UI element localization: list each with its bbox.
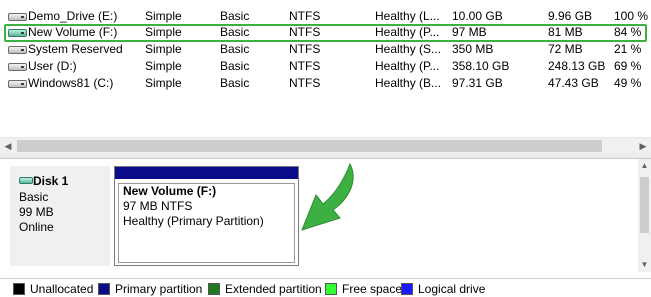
partition-status: Healthy (Primary Partition) [123,214,264,228]
disk-label-panel[interactable]: Disk 1 Basic 99 MB Online [10,166,110,266]
volume-status: Healthy (P... [375,59,440,73]
volume-name: User (D:) [28,59,77,73]
disk-type: Basic [19,190,49,204]
volume-filesystem: NTFS [289,59,321,73]
volume-capacity: 350 MB [452,42,494,56]
volume-percent-free: 100 % [614,9,649,23]
volume-capacity: 10.00 GB [452,9,503,23]
legend-label: Logical drive [418,282,486,296]
volume-status: Healthy (B... [375,76,442,90]
partition-size: 97 MB NTFS [123,199,193,213]
drive-icon [8,13,27,21]
volume-filesystem: NTFS [289,76,321,90]
volume-type: Basic [220,25,250,39]
volume-percent-free: 84 % [614,25,642,39]
legend-swatch [208,283,220,295]
horizontal-scrollbar[interactable]: ◀ ▶ [0,137,651,153]
legend-bar: Unallocated Primary partition Extended p… [0,278,651,297]
volume-name: Windows81 (C:) [28,76,114,90]
partition-details: New Volume (F:) 97 MB NTFS Healthy (Prim… [118,183,295,263]
volume-free-space: 72 MB [548,42,583,56]
drive-icon [8,46,27,54]
volume-free-space: 248.13 GB [548,59,606,73]
disk-name: Disk 1 [33,174,69,188]
volume-filesystem: NTFS [289,42,321,56]
volume-layout: Simple [145,9,182,23]
volume-percent-free: 49 % [614,76,642,90]
legend-label: Free space [342,282,403,296]
volume-percent-free: 69 % [614,59,642,73]
legend-swatch [98,283,110,295]
scrollbar-thumb[interactable] [640,177,649,233]
volume-percent-free: 21 % [614,42,642,56]
drive-icon [8,63,27,71]
volume-row[interactable]: Demo_Drive (E:) Simple Basic NTFS Health… [0,8,651,25]
partition-block[interactable]: New Volume (F:) 97 MB NTFS Healthy (Prim… [114,166,299,266]
volume-capacity: 358.10 GB [452,59,510,73]
volume-list: Demo_Drive (E:) Simple Basic NTFS Health… [0,0,651,138]
legend-label: Unallocated [30,282,94,296]
volume-name: System Reserved [28,42,123,56]
volume-filesystem: NTFS [289,25,321,39]
disk-state: Online [19,220,54,234]
disk-size: 99 MB [19,205,54,219]
green-curved-arrow-icon [301,162,354,231]
volume-row[interactable]: User (D:) Simple Basic NTFS Healthy (P..… [0,58,651,75]
vertical-scrollbar[interactable]: ▲ ▼ [638,159,651,272]
scroll-left-icon[interactable]: ◀ [0,138,16,154]
volume-status: Healthy (L... [375,9,440,23]
volume-capacity: 97 MB [452,25,487,39]
disk-icon [19,177,33,184]
volume-free-space: 47.43 GB [548,76,599,90]
legend-label: Primary partition [115,282,203,296]
volume-type: Basic [220,59,250,73]
partition-title: New Volume (F:) [123,184,217,198]
drive-icon [8,29,27,37]
volume-status: Healthy (P... [375,25,440,39]
volume-capacity: 97.31 GB [452,76,503,90]
legend-swatch [401,283,413,295]
scroll-up-icon[interactable]: ▲ [638,159,651,173]
volume-type: Basic [220,42,250,56]
volume-name: Demo_Drive (E:) [28,9,118,23]
volume-free-space: 81 MB [548,25,583,39]
partition-type-bar [115,167,298,179]
volume-layout: Simple [145,42,182,56]
scroll-down-icon[interactable]: ▼ [638,258,651,272]
volume-free-space: 9.96 GB [548,9,593,23]
legend-label: Extended partition [225,282,322,296]
volume-row-selected[interactable]: New Volume (F:) Simple Basic NTFS Health… [0,24,651,42]
volume-filesystem: NTFS [289,9,321,23]
volume-row[interactable]: Windows81 (C:) Simple Basic NTFS Healthy… [0,75,651,92]
scroll-right-icon[interactable]: ▶ [635,138,651,154]
volume-layout: Simple [145,25,182,39]
volume-layout: Simple [145,76,182,90]
volume-name: New Volume (F:) [28,25,118,39]
drive-icon [8,80,27,88]
legend-swatch [13,283,25,295]
volume-row[interactable]: System Reserved Simple Basic NTFS Health… [0,41,651,58]
legend-swatch [325,283,337,295]
volume-layout: Simple [145,59,182,73]
scrollbar-thumb[interactable] [17,140,602,152]
volume-type: Basic [220,9,250,23]
volume-type: Basic [220,76,250,90]
volume-status: Healthy (S... [375,42,442,56]
